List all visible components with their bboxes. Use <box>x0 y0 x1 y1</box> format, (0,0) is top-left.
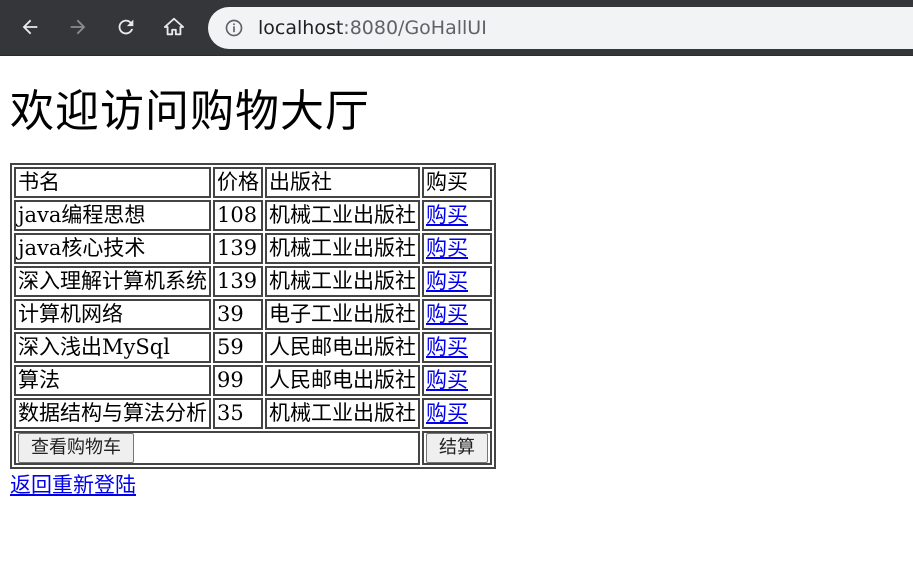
reload-button[interactable] <box>110 11 142 43</box>
book-name: java核心技术 <box>14 232 211 264</box>
header-price: 价格 <box>213 166 263 198</box>
book-publisher: 机械工业出版社 <box>265 199 420 231</box>
buy-cell: 购买 <box>422 199 492 231</box>
buy-cell: 购买 <box>422 331 492 363</box>
buy-link[interactable]: 购买 <box>426 203 468 227</box>
table-header-row: 书名 价格 出版社 购买 <box>14 166 492 198</box>
forward-button[interactable] <box>62 11 94 43</box>
checkout-cell: 结算 <box>422 430 492 465</box>
book-publisher: 人民邮电出版社 <box>265 364 420 396</box>
book-publisher: 机械工业出版社 <box>265 265 420 297</box>
table-footer-row: 查看购物车 结算 <box>14 430 492 465</box>
buy-cell: 购买 <box>422 298 492 330</box>
buy-cell: 购买 <box>422 397 492 429</box>
table-row: java核心技术 139 机械工业出版社 购买 <box>14 232 492 264</box>
book-publisher: 机械工业出版社 <box>265 397 420 429</box>
buy-link[interactable]: 购买 <box>426 335 468 359</box>
home-button[interactable] <box>158 11 190 43</box>
table-row: 深入理解计算机系统 139 机械工业出版社 购买 <box>14 265 492 297</box>
book-price: 35 <box>213 397 263 429</box>
book-name: 深入理解计算机系统 <box>14 265 211 297</box>
book-name: 计算机网络 <box>14 298 211 330</box>
book-publisher: 电子工业出版社 <box>265 298 420 330</box>
header-name: 书名 <box>14 166 211 198</box>
buy-cell: 购买 <box>422 364 492 396</box>
book-publisher: 人民邮电出版社 <box>265 331 420 363</box>
book-price: 39 <box>213 298 263 330</box>
table-row: 计算机网络 39 电子工业出版社 购买 <box>14 298 492 330</box>
table-row: 数据结构与算法分析 35 机械工业出版社 购买 <box>14 397 492 429</box>
book-name: 数据结构与算法分析 <box>14 397 211 429</box>
page-content: 欢迎访问购物大厅 书名 价格 出版社 购买 java编程思想 108 机械工业出… <box>0 86 913 499</box>
buy-link[interactable]: 购买 <box>426 236 468 260</box>
book-name: java编程思想 <box>14 199 211 231</box>
back-button[interactable] <box>14 11 46 43</box>
buy-link[interactable]: 购买 <box>426 302 468 326</box>
book-publisher: 机械工业出版社 <box>265 232 420 264</box>
book-name: 深入浅出MySql <box>14 331 211 363</box>
url-host: localhost <box>258 17 344 39</box>
buy-cell: 购买 <box>422 265 492 297</box>
url-path: :8080/GoHallUI <box>343 17 487 39</box>
checkout-button[interactable]: 结算 <box>426 432 488 463</box>
buy-cell: 购买 <box>422 232 492 264</box>
book-price: 139 <box>213 232 263 264</box>
table-row: 算法 99 人民邮电出版社 购买 <box>14 364 492 396</box>
view-cart-button[interactable]: 查看购物车 <box>18 432 134 463</box>
arrow-right-icon <box>70 19 86 35</box>
arrow-left-icon <box>22 19 38 35</box>
view-cart-cell: 查看购物车 <box>14 430 420 465</box>
info-icon[interactable] <box>224 18 244 38</box>
book-price: 108 <box>213 199 263 231</box>
relogin-link[interactable]: 返回重新登陆 <box>10 469 136 499</box>
buy-link[interactable]: 购买 <box>426 269 468 293</box>
address-bar[interactable]: localhost:8080/GoHallUI <box>208 7 913 49</box>
table-row: java编程思想 108 机械工业出版社 购买 <box>14 199 492 231</box>
header-buy: 购买 <box>422 166 492 198</box>
browser-toolbar: localhost:8080/GoHallUI <box>0 0 913 56</box>
buy-link[interactable]: 购买 <box>426 368 468 392</box>
home-icon <box>163 17 185 36</box>
book-price: 99 <box>213 364 263 396</box>
books-table: 书名 价格 出版社 购买 java编程思想 108 机械工业出版社 购买 jav… <box>10 162 496 469</box>
header-publisher: 出版社 <box>265 166 420 198</box>
table-row: 深入浅出MySql 59 人民邮电出版社 购买 <box>14 331 492 363</box>
buy-link[interactable]: 购买 <box>426 401 468 425</box>
reload-icon <box>118 19 134 35</box>
page-title: 欢迎访问购物大厅 <box>10 86 370 137</box>
book-name: 算法 <box>14 364 211 396</box>
book-price: 59 <box>213 331 263 363</box>
book-price: 139 <box>213 265 263 297</box>
